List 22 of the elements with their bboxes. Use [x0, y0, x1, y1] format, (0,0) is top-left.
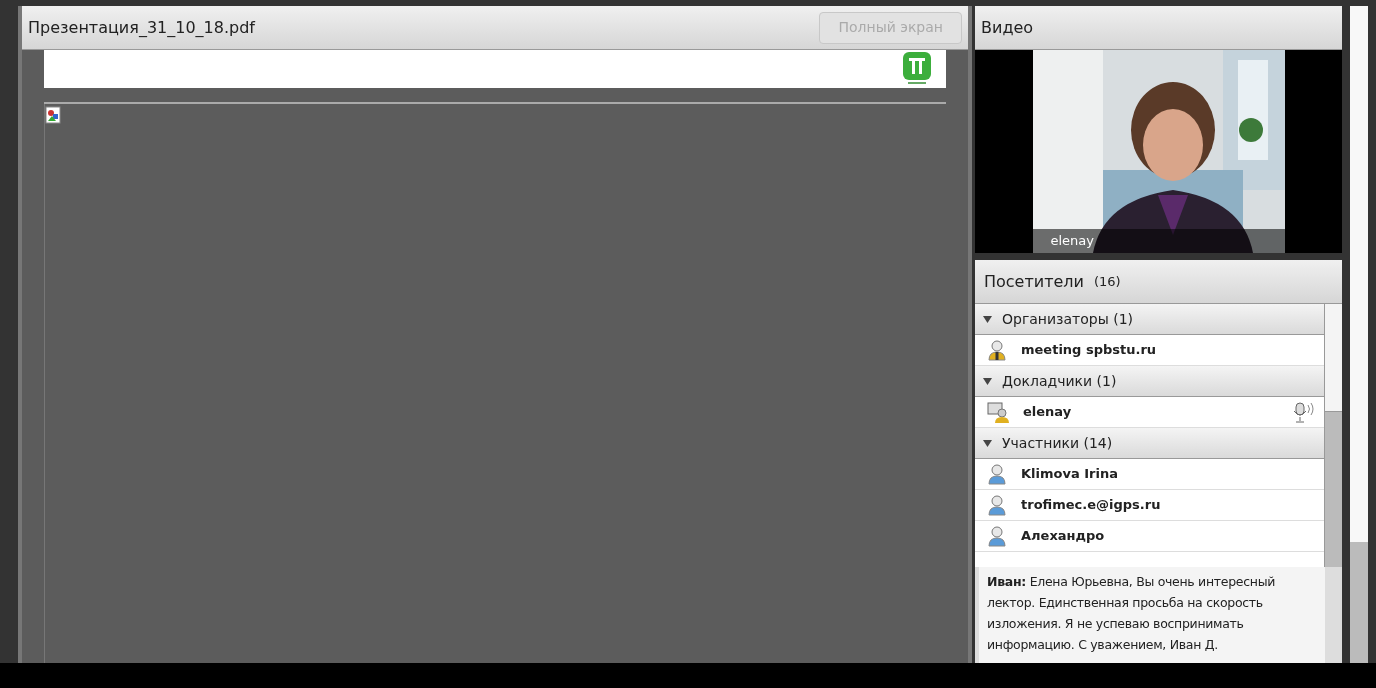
scrollbar[interactable] — [1324, 304, 1342, 567]
broken-image-icon — [45, 106, 61, 124]
camera-label: elenay — [1050, 232, 1094, 251]
group-header[interactable]: Организаторы (1) — [975, 304, 1324, 335]
attendee-name: Klimova Irina — [1021, 465, 1119, 484]
attendee-count: (16) — [1093, 272, 1121, 291]
chat-message: Иван: Елена Юрьевна, Вы очень интересный лектор. Единственная просьба на скорость изложения. Я не успеваю воспринимать информацию. С уважением, Иван Д. — [987, 573, 1277, 654]
person-icon — [987, 463, 1007, 485]
person-icon — [987, 494, 1007, 516]
attendee-name: trofimec.e@igps.ru — [1021, 496, 1162, 515]
attendee-name: meeting spbstu.ru — [1021, 341, 1158, 360]
person-icon — [987, 525, 1007, 547]
group-header[interactable]: Докладчики (1) — [975, 366, 1324, 397]
attendee-name: elenay — [1023, 403, 1073, 422]
host-icon — [987, 339, 1007, 361]
pod-title: Видео — [981, 16, 1034, 39]
attendee-name: Алехандро — [1021, 527, 1106, 546]
presenter-icon — [987, 401, 1009, 423]
scrollbar[interactable] — [1350, 6, 1368, 663]
pod-title: Посетители — [984, 270, 1084, 293]
pod-title: Презентация_31_10_18.pdf — [28, 16, 255, 39]
group-header[interactable]: Участники (14) — [975, 428, 1324, 459]
